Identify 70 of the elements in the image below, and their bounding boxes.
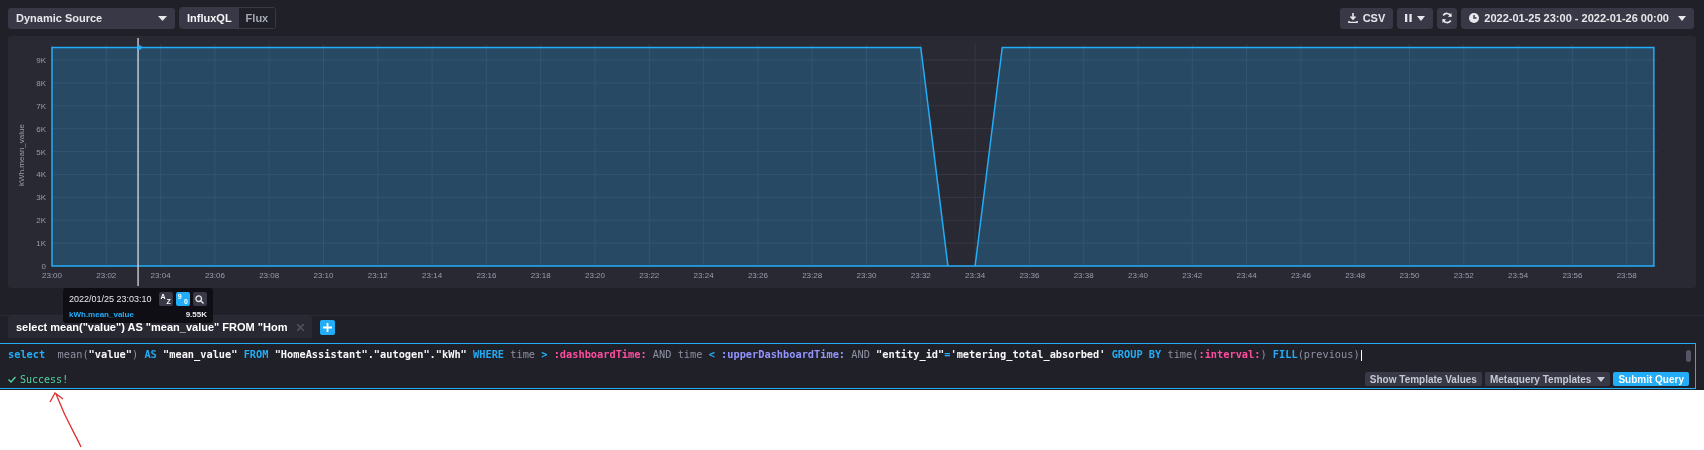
x-axis-label: 23:10 bbox=[313, 271, 334, 280]
series-value: 9.55K bbox=[185, 310, 207, 319]
x-axis-label: 23:46 bbox=[1290, 271, 1311, 280]
editor-button[interactable]: Show Template Values bbox=[1364, 372, 1482, 386]
x-axis-label: 23:38 bbox=[1073, 271, 1094, 280]
caret-icon bbox=[1678, 15, 1686, 21]
search-button[interactable] bbox=[192, 292, 207, 306]
x-axis-label: 23:34 bbox=[965, 271, 986, 280]
x-axis-label: 23:42 bbox=[1182, 271, 1203, 280]
y-axis-label: 2K bbox=[36, 216, 46, 226]
search-icon bbox=[195, 294, 205, 304]
x-axis-label: 23:04 bbox=[150, 271, 171, 280]
x-axis-label: 23:26 bbox=[747, 271, 768, 280]
x-axis-label: 23:20 bbox=[585, 271, 605, 280]
caret-icon bbox=[158, 15, 167, 21]
x-axis-label: 23:00 bbox=[42, 271, 62, 280]
x-axis-label: 23:24 bbox=[693, 271, 714, 280]
csv-button[interactable]: CSV bbox=[1339, 7, 1394, 29]
y-axis-label: 3K bbox=[36, 193, 46, 203]
refresh-button[interactable] bbox=[1437, 7, 1458, 29]
query-editor[interactable] bbox=[0, 343, 1696, 389]
series-name: kWh.mean_value bbox=[69, 310, 134, 319]
y-axis-label: 8K bbox=[36, 78, 46, 88]
language-tab[interactable]: InfluxQL bbox=[180, 8, 239, 28]
caret-icon bbox=[1597, 376, 1606, 382]
pause-dropdown[interactable] bbox=[1397, 7, 1434, 29]
x-axis-label: 23:18 bbox=[530, 271, 551, 280]
tooltip-time: 2022/01/25 23:03:10 bbox=[69, 294, 152, 304]
plus-icon bbox=[323, 322, 333, 332]
time-range-dropdown[interactable]: 2022-01-25 23:00 - 2022-01-26 00:00 bbox=[1461, 7, 1694, 29]
x-axis-label: 23:12 bbox=[367, 271, 388, 280]
x-axis-label: 23:32 bbox=[910, 271, 931, 280]
y-axis-label: 9K bbox=[36, 56, 46, 65]
y-axis-label: 1K bbox=[36, 239, 46, 249]
y-axis-label: 4K bbox=[36, 170, 46, 180]
x-axis-label: 23:28 bbox=[802, 271, 823, 280]
clock-icon bbox=[1469, 13, 1480, 23]
x-axis-label: 23:48 bbox=[1345, 271, 1366, 280]
x-axis-label: 23:56 bbox=[1562, 271, 1583, 280]
caret-icon bbox=[1417, 15, 1426, 21]
x-axis-label: 23:44 bbox=[1236, 271, 1257, 280]
x-axis-label: 23:02 bbox=[96, 271, 117, 280]
refresh-icon bbox=[1441, 12, 1454, 24]
x-axis-label: 23:22 bbox=[639, 271, 660, 280]
x-axis-label: 23:50 bbox=[1399, 271, 1420, 280]
y-axis-label: 5K bbox=[36, 147, 46, 157]
query-text: select mean("value") AS "mean_value" FROM "HomeAssistant"."autogen"."kWh" WHERE time > :dashboardTime: AND time < :upperDashboardTime: AND "entity_id"='metering_total_absorbed' GROUP BY time(:interval:) FILL(previous) bbox=[8, 348, 1363, 361]
y-axis-label: 6K bbox=[36, 124, 46, 134]
x-axis-label: 23:06 bbox=[204, 271, 225, 280]
templates-dropdown[interactable]: Metaquery Templates bbox=[1484, 372, 1611, 386]
download-icon bbox=[1347, 13, 1358, 23]
x-axis-label: 23:16 bbox=[476, 271, 497, 280]
x-axis-label: 23:08 bbox=[259, 271, 280, 280]
status-message: Success! bbox=[8, 373, 69, 385]
x-axis-label: 23:30 bbox=[856, 271, 877, 280]
scrollbar-thumb[interactable] bbox=[1686, 350, 1691, 362]
x-axis-label: 23:54 bbox=[1508, 271, 1529, 280]
y-axis-label: 0 bbox=[41, 262, 46, 271]
pause-icon bbox=[1405, 14, 1413, 22]
x-axis-label: 23:36 bbox=[1019, 271, 1040, 280]
x-axis-label: 23:14 bbox=[422, 271, 443, 280]
y-axis-title: kWh.mean_value bbox=[17, 124, 26, 186]
source-dropdown[interactable]: Dynamic Source bbox=[8, 7, 175, 29]
check-icon bbox=[8, 375, 16, 383]
close-icon bbox=[297, 323, 305, 331]
y-axis-label: 7K bbox=[36, 101, 46, 111]
x-axis-label: 23:40 bbox=[1128, 271, 1148, 280]
add-query-button[interactable] bbox=[320, 319, 336, 335]
x-axis-label: 23:58 bbox=[1616, 271, 1637, 280]
x-axis-label: 23:52 bbox=[1453, 271, 1474, 280]
